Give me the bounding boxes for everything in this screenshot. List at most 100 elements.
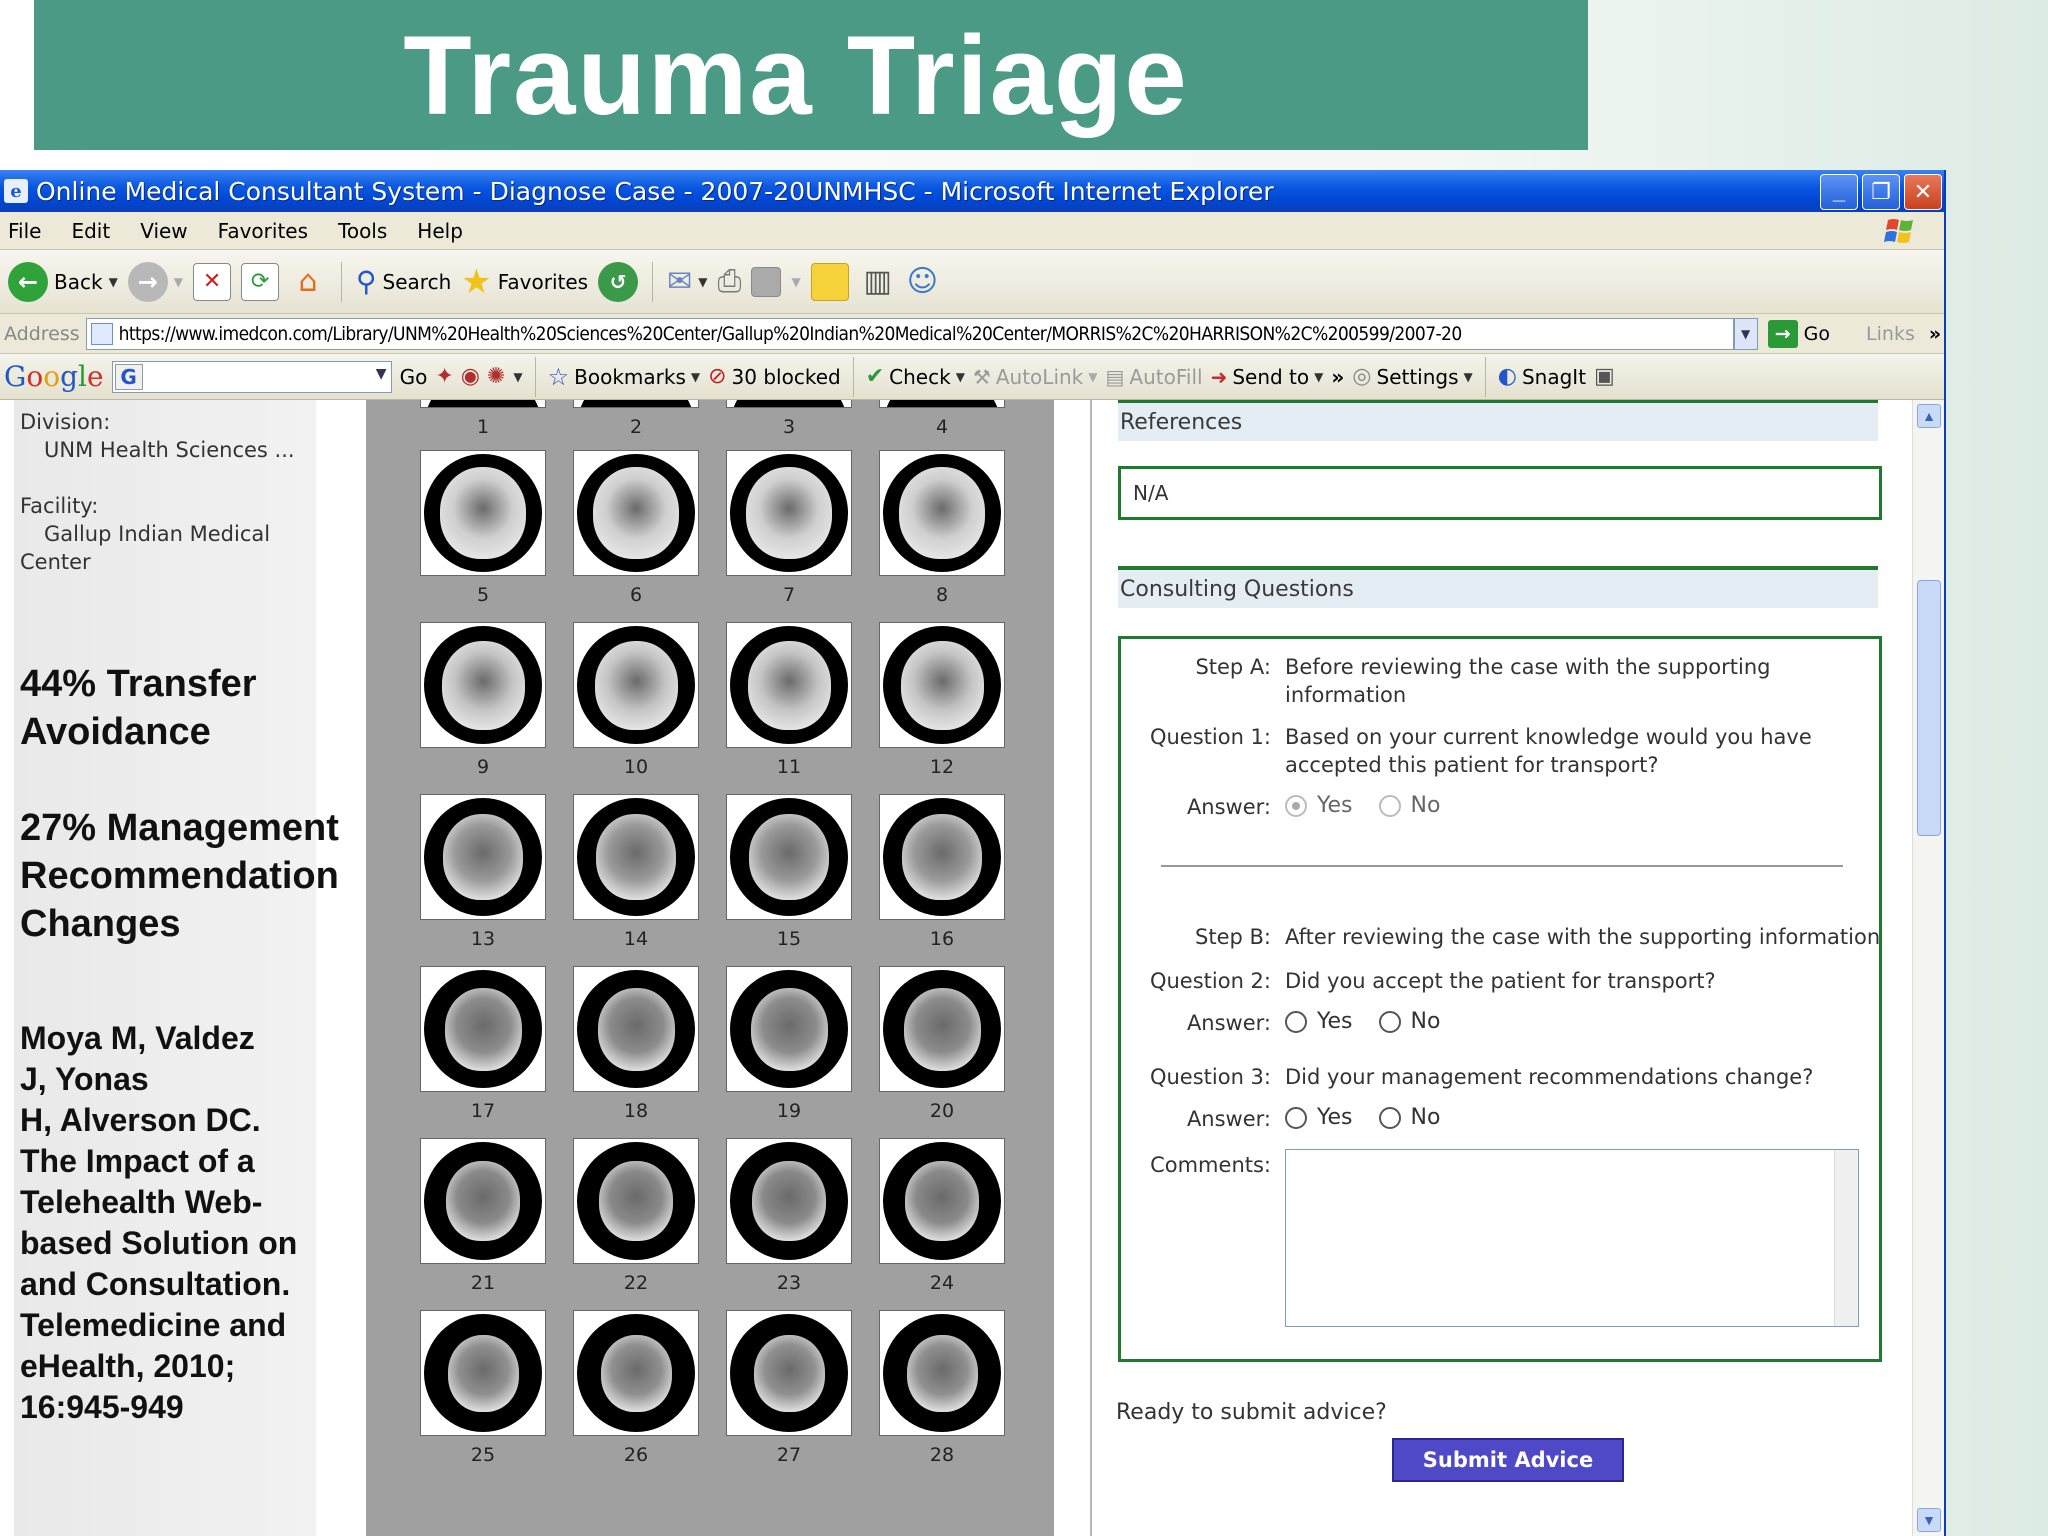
- address-input[interactable]: https://www.imedcon.com/Library/UNM%20He…: [85, 317, 1734, 350]
- refresh-icon[interactable]: ⟳: [241, 262, 280, 301]
- chevron-right-icon[interactable]: »: [1331, 365, 1344, 389]
- page-scrollbar[interactable]: ▲ ▼: [1912, 400, 1944, 1536]
- bookmarks-button[interactable]: ☆ Bookmarks ▼: [548, 363, 701, 391]
- autofill-button[interactable]: ▤ AutoFill: [1106, 365, 1203, 389]
- ct-scan-thumbnail[interactable]: 7: [726, 450, 852, 606]
- ct-scan-thumbnail[interactable]: 12: [879, 622, 1005, 778]
- q1-no-radio[interactable]: [1378, 794, 1401, 817]
- q3-yes-radio[interactable]: [1285, 1106, 1307, 1129]
- ct-scan-thumbnail[interactable]: 24: [879, 1138, 1005, 1294]
- forward-button[interactable]: → ▼: [127, 261, 183, 302]
- search-label: Search: [382, 269, 452, 294]
- ct-scan-thumbnail[interactable]: 6: [573, 450, 699, 606]
- q3-no-radio[interactable]: [1378, 1106, 1401, 1129]
- history-icon[interactable]: ↺: [598, 261, 639, 302]
- ct-scan-thumbnail[interactable]: 15: [726, 794, 852, 950]
- dropdown-arrow-icon[interactable]: ▼: [791, 275, 800, 289]
- ct-scan-thumbnail[interactable]: 14: [573, 794, 699, 950]
- references-field[interactable]: N/A: [1118, 466, 1882, 520]
- popup-blocker-button[interactable]: ⊘ 30 blocked: [708, 364, 841, 389]
- back-button[interactable]: ← Back ▼: [8, 261, 118, 302]
- ct-scan-thumbnail[interactable]: 18: [573, 966, 699, 1122]
- scan-number: 9: [476, 756, 490, 778]
- menu-tools[interactable]: Tools: [338, 219, 387, 243]
- snagit-button[interactable]: ◐ SnagIt: [1498, 364, 1586, 389]
- ct-scan-thumbnail[interactable]: 22: [573, 1138, 699, 1294]
- ct-scan-thumbnail[interactable]: 3: [726, 400, 852, 438]
- search-button[interactable]: ⚲ Search: [356, 265, 451, 298]
- menu-view[interactable]: View: [140, 219, 187, 243]
- favorites-button[interactable]: ★ Favorites: [461, 262, 588, 302]
- menu-file[interactable]: File: [8, 219, 41, 243]
- stop-icon[interactable]: ✕: [193, 262, 232, 301]
- window-title: Online Medical Consultant System - Diagn…: [36, 176, 1274, 206]
- go-button[interactable]: → Go: [1767, 319, 1830, 348]
- ct-scan-thumbnail[interactable]: 21: [420, 1138, 546, 1294]
- submit-advice-button[interactable]: Submit Advice: [1392, 1438, 1624, 1482]
- scroll-down-icon[interactable]: ▼: [1917, 1508, 1941, 1532]
- google-go-button[interactable]: Go: [400, 365, 428, 389]
- google-search-input[interactable]: G ▼: [111, 360, 392, 393]
- references-heading: References: [1118, 403, 1878, 441]
- send-icon: ➜: [1210, 364, 1228, 389]
- scrollbar-thumb[interactable]: [1917, 580, 1941, 836]
- address-dropdown-icon[interactable]: ▼: [1733, 317, 1758, 350]
- ct-scan-thumbnail[interactable]: 4: [879, 400, 1005, 438]
- ct-scan-thumbnail[interactable]: 16: [879, 794, 1005, 950]
- home-icon[interactable]: ⌂: [289, 263, 327, 301]
- scroll-up-icon[interactable]: ▲: [1917, 404, 1941, 428]
- menu-edit[interactable]: Edit: [71, 219, 110, 243]
- menu-favorites[interactable]: Favorites: [218, 219, 308, 243]
- comments-scrollbar[interactable]: [1834, 1150, 1858, 1326]
- ct-scan-thumbnail[interactable]: 20: [879, 966, 1005, 1122]
- facility-value-cont: Center: [20, 550, 91, 574]
- ct-scan-thumbnail[interactable]: 26: [573, 1310, 699, 1466]
- ct-scan-thumbnail[interactable]: 8: [879, 450, 1005, 606]
- spellcheck-button[interactable]: ✔ Check ▼: [866, 364, 965, 389]
- edit-icon[interactable]: ▣: [1594, 364, 1615, 389]
- messenger-icon[interactable]: ☺: [907, 264, 938, 299]
- edit-icon[interactable]: [751, 266, 782, 297]
- address-label: Address: [4, 322, 80, 345]
- research-icon[interactable]: ▥: [859, 263, 897, 301]
- menu-help[interactable]: Help: [417, 219, 463, 243]
- ct-scan-thumbnail[interactable]: 23: [726, 1138, 852, 1294]
- ct-scan-thumbnail[interactable]: 25: [420, 1310, 546, 1466]
- scan-number: 6: [629, 584, 643, 606]
- ct-scan-thumbnail[interactable]: 9: [420, 622, 546, 778]
- back-label: Back: [54, 269, 103, 294]
- ct-scan-thumbnail[interactable]: 28: [879, 1310, 1005, 1466]
- ct-scan-thumbnail[interactable]: 27: [726, 1310, 852, 1466]
- dropdown-arrow-icon[interactable]: ▼: [109, 275, 118, 289]
- restore-button[interactable]: ❐: [1862, 174, 1900, 210]
- scan-number: 8: [935, 584, 949, 606]
- send-to-button[interactable]: ➜ Send to ▼: [1211, 365, 1324, 389]
- minimize-button[interactable]: _: [1820, 174, 1858, 210]
- q2-yes-radio[interactable]: [1285, 1010, 1307, 1033]
- step-b-text: After reviewing the case with the suppor…: [1285, 925, 1881, 949]
- ct-scan-thumbnail[interactable]: 17: [420, 966, 546, 1122]
- google-icon-set[interactable]: ✦ ◉ ✺: [435, 364, 505, 389]
- ct-scan-thumbnail[interactable]: 19: [726, 966, 852, 1122]
- settings-button[interactable]: ◎ Settings ▼: [1352, 364, 1472, 389]
- mail-button[interactable]: ✉ ▼: [667, 264, 707, 299]
- chevron-right-icon[interactable]: »: [1929, 323, 1941, 345]
- autolink-button[interactable]: ⚒ AutoLink ▼: [973, 365, 1098, 389]
- q2-no-radio[interactable]: [1378, 1010, 1401, 1033]
- scan-number: 18: [623, 1100, 649, 1122]
- print-icon[interactable]: ⎙: [717, 264, 741, 299]
- ct-scan-thumbnail[interactable]: 11: [726, 622, 852, 778]
- ct-scan-thumbnail[interactable]: 2: [573, 400, 699, 438]
- ct-scan-thumbnail[interactable]: 1: [420, 400, 546, 438]
- close-button[interactable]: ✕: [1904, 174, 1942, 210]
- links-label[interactable]: Links: [1866, 323, 1915, 345]
- dropdown-arrow-icon[interactable]: ▼: [698, 275, 707, 289]
- ct-scan-thumbnail[interactable]: 13: [420, 794, 546, 950]
- note-icon[interactable]: [810, 262, 849, 301]
- comments-textarea[interactable]: [1285, 1149, 1859, 1327]
- dropdown-arrow-icon[interactable]: ▼: [376, 366, 387, 382]
- ct-scan-thumbnail[interactable]: 5: [420, 450, 546, 606]
- dropdown-arrow-icon[interactable]: ▼: [174, 275, 183, 289]
- q1-yes-radio[interactable]: [1285, 794, 1307, 817]
- ct-scan-thumbnail[interactable]: 10: [573, 622, 699, 778]
